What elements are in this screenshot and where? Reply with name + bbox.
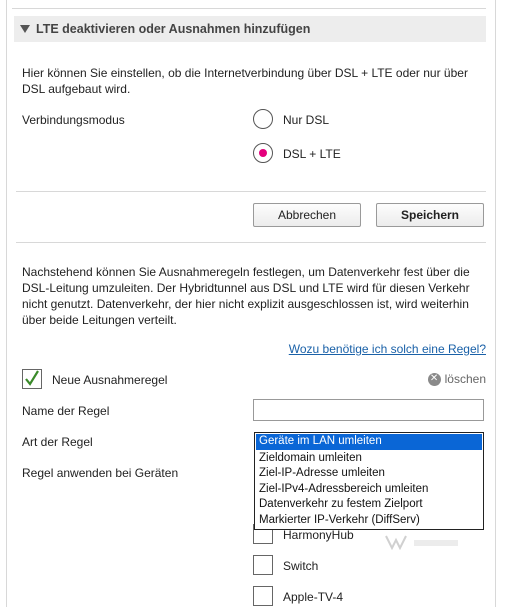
triangle-down-icon (20, 25, 30, 33)
radio-dsl-lte[interactable] (253, 143, 273, 163)
dropdown-option[interactable]: Ziel-IPv4-Adressbereich umleiten (255, 482, 483, 498)
intro-text: Hier können Sie einstellen, ob die Inter… (22, 66, 468, 96)
dropdown-option[interactable]: Datenverkehr zu festem Zielport (255, 497, 483, 513)
section-header[interactable]: LTE deaktivieren oder Ausnahmen hinzufüg… (14, 16, 486, 42)
apply-devices-label: Regel anwenden bei Geräten (22, 466, 179, 480)
help-link[interactable]: Wozu benötige ich solch eine Regel? (289, 342, 486, 356)
rule-name-input[interactable] (253, 399, 484, 421)
checkmark-icon (25, 370, 39, 386)
cancel-button[interactable]: Abbrechen (253, 203, 361, 227)
dropdown-option[interactable]: Zieldomain umleiten (255, 451, 483, 467)
mode-label: Verbindungsmodus (22, 113, 125, 127)
divider (16, 191, 486, 192)
radio-dsl-lte-label: DSL + LTE (283, 147, 341, 161)
device-label-apple-tv-4: Apple-TV-4 (283, 590, 344, 604)
delete-rule-button[interactable]: ✕ löschen (427, 372, 486, 386)
device-checkbox-apple-tv-4[interactable] (253, 586, 273, 606)
radio-selected-dot (259, 149, 267, 157)
radio-nur-dsl-label: Nur DSL (283, 113, 330, 127)
rule-type-dropdown-list[interactable]: Geräte im LAN umleiten Zieldomain umleit… (254, 432, 484, 530)
save-button[interactable]: Speichern (376, 203, 484, 227)
close-circle-icon: ✕ (427, 372, 441, 386)
top-divider (12, 0, 486, 9)
exceptions-text: Nachstehend können Sie Ausnahmeregeln fe… (22, 265, 470, 327)
rule-type-label: Art der Regel (22, 435, 93, 449)
new-rule-label: Neue Ausnahmeregel (52, 373, 168, 387)
rule-name-label: Name der Regel (22, 404, 110, 418)
dropdown-option[interactable]: Markierter IP-Verkehr (DiffServ) (255, 513, 483, 529)
device-checkbox-switch[interactable] (253, 555, 273, 575)
device-label-switch: Switch (283, 559, 319, 573)
section-title: LTE deaktivieren oder Ausnahmen hinzufüg… (36, 22, 311, 36)
delete-label: löschen (444, 372, 486, 386)
dropdown-option[interactable]: Geräte im LAN umleiten (255, 433, 483, 451)
watermark (384, 532, 464, 551)
radio-nur-dsl[interactable] (253, 109, 273, 129)
device-label-harmonyhub: HarmonyHub (283, 528, 354, 542)
dropdown-option[interactable]: Ziel-IP-Adresse umleiten (255, 466, 483, 482)
new-rule-checkbox[interactable] (22, 369, 42, 389)
divider (16, 242, 486, 243)
